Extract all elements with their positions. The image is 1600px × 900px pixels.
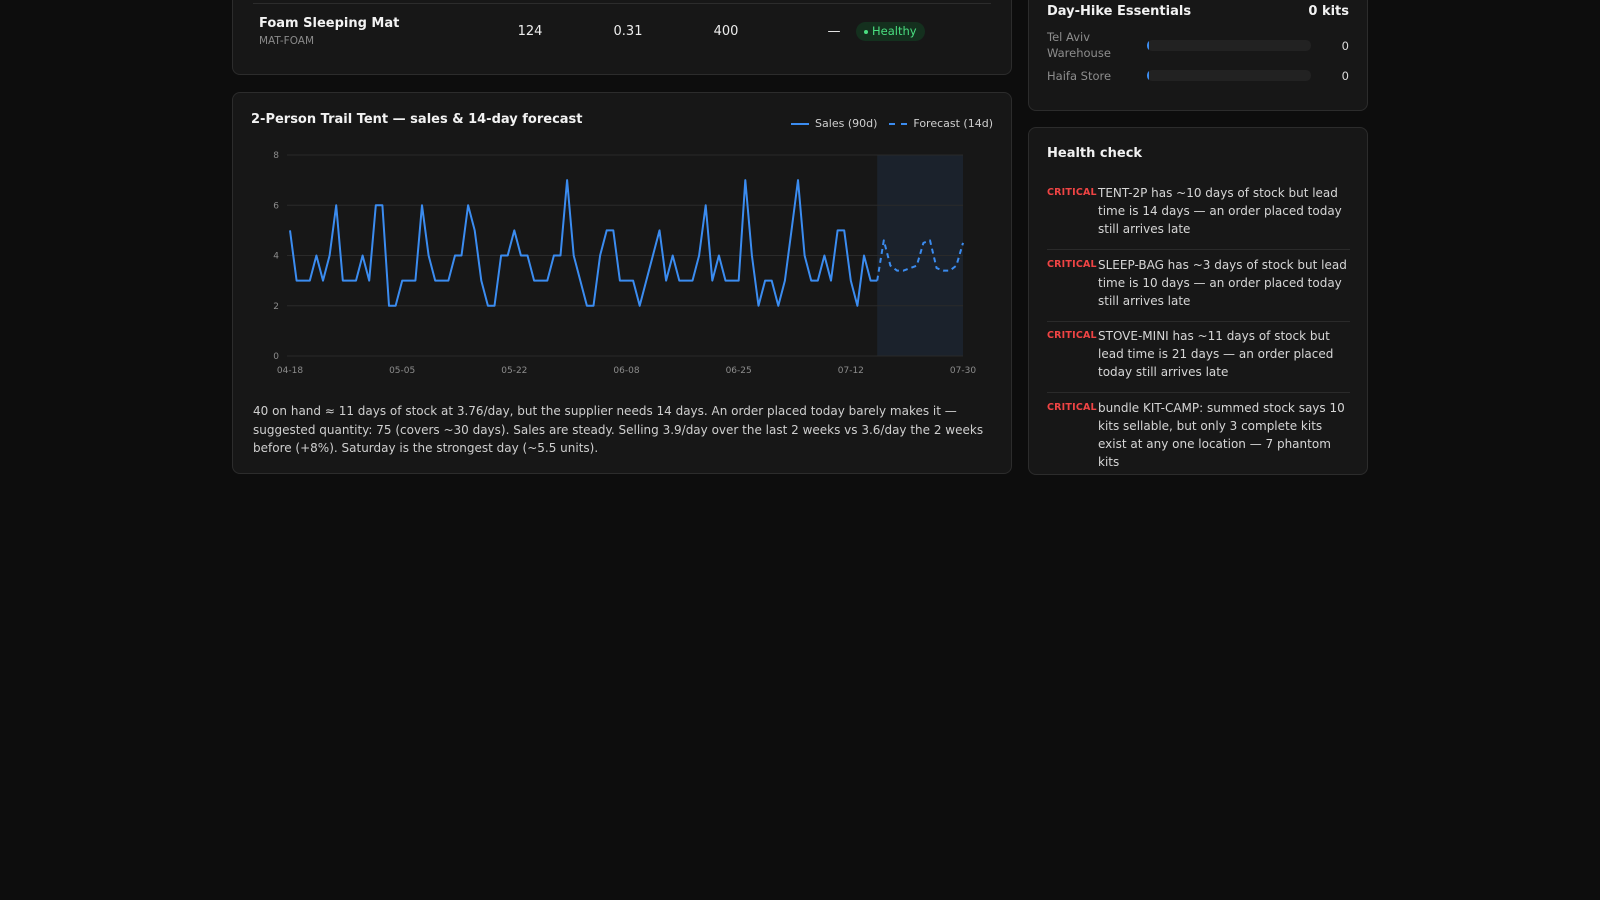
kit-card: Day-Hike Essentials 0 kits Tel Aviv Ware…: [1028, 0, 1368, 111]
legend-item-forecast: Forecast (14d): [889, 117, 993, 130]
health-message: TENT-2P has ~10 days of stock but lead t…: [1098, 186, 1342, 236]
x-tick-label: 06-25: [726, 366, 752, 376]
health-item: CRITICAL bundle KIT-CAMP: summed stock s…: [1047, 399, 1350, 469]
kit-location-bar: [1147, 40, 1311, 51]
x-tick-label: 04-18: [277, 366, 303, 376]
health-check-card: Health check CRITICAL TENT-2P has ~10 da…: [1028, 127, 1368, 475]
x-tick-label: 06-08: [613, 366, 639, 376]
kit-count: 0 kits: [1308, 4, 1349, 19]
kit-location-bar: [1147, 70, 1311, 81]
product-sku: MAT-FOAM: [259, 35, 315, 47]
y-tick-label: 0: [273, 352, 279, 362]
legend-label-sales: Sales (90d): [815, 117, 878, 130]
health-item: CRITICAL STOVE-MINI has ~11 days of stoc…: [1047, 327, 1350, 393]
chart-legend: Sales (90d) Forecast (14d): [791, 117, 993, 130]
status-badge: Healthy: [856, 22, 925, 41]
kit-location-label: Haifa Store: [1047, 69, 1112, 83]
severity-badge: CRITICAL: [1047, 402, 1097, 413]
cell-col2: 0.31: [613, 24, 643, 39]
health-message: SLEEP-BAG has ~3 days of stock but lead …: [1098, 258, 1347, 308]
legend-item-sales: Sales (90d): [791, 117, 877, 130]
status-label: Healthy: [872, 24, 917, 38]
y-tick-label: 6: [273, 201, 279, 211]
cell-col3: 400: [713, 24, 739, 39]
status-dot-icon: [864, 29, 868, 34]
cell-col4: —: [827, 24, 841, 39]
products-table-card: Foam Sleeping Mat MAT-FOAM 124 0.31 400 …: [232, 0, 1012, 75]
x-tick-label: 05-22: [501, 366, 527, 376]
sales-series-line: [289, 179, 878, 307]
y-tick-label: 4: [273, 252, 279, 262]
forecast-chart: 0 2 4 6 8 04-18 05-05 05-22 06-08 06-25 07-12 07-30: [273, 151, 976, 376]
y-tick-label: 2: [273, 302, 279, 312]
x-tick-label: 05-05: [389, 366, 415, 376]
kit-bar-fill: [1147, 70, 1149, 81]
cell-col1: 124: [517, 24, 543, 39]
x-tick-label: 07-12: [838, 366, 864, 376]
health-message: bundle KIT-CAMP: summed stock says 10 ki…: [1098, 401, 1345, 469]
health-check-title: Health check: [1047, 146, 1143, 161]
health-message: STOVE-MINI has ~11 days of stock but lea…: [1098, 329, 1334, 379]
legend-label-forecast: Forecast (14d): [913, 117, 993, 130]
severity-badge: CRITICAL: [1047, 187, 1097, 198]
kit-location-value: 0: [1341, 69, 1349, 83]
table-divider: [253, 3, 991, 4]
health-item: CRITICAL TENT-2P has ~10 days of stock b…: [1047, 184, 1350, 250]
severity-badge: CRITICAL: [1047, 330, 1097, 341]
x-tick-label: 07-30: [950, 366, 976, 376]
solid-line-icon: [791, 122, 810, 125]
kit-title: Day-Hike Essentials: [1047, 4, 1192, 19]
dashed-line-icon: [889, 122, 908, 125]
kit-bar-fill: [1147, 40, 1149, 51]
health-item: CRITICAL SLEEP-BAG has ~3 days of stock …: [1047, 256, 1350, 322]
kit-location-value: 0: [1341, 39, 1349, 53]
severity-badge: CRITICAL: [1047, 259, 1097, 270]
chart-title: 2-Person Trail Tent — sales & 14-day for…: [251, 112, 583, 127]
product-name[interactable]: Foam Sleeping Mat: [259, 16, 399, 31]
y-tick-label: 8: [273, 151, 279, 161]
forecast-card: 0 2 4 6 8 04-18 05-05 05-22 06-08 06-25 07-12 07-30…: [232, 92, 1012, 474]
forecast-summary: 40 on hand ≈ 11 days of stock at 3.76/da…: [253, 404, 984, 455]
kit-location-label: Tel Aviv Warehouse: [1047, 30, 1111, 60]
